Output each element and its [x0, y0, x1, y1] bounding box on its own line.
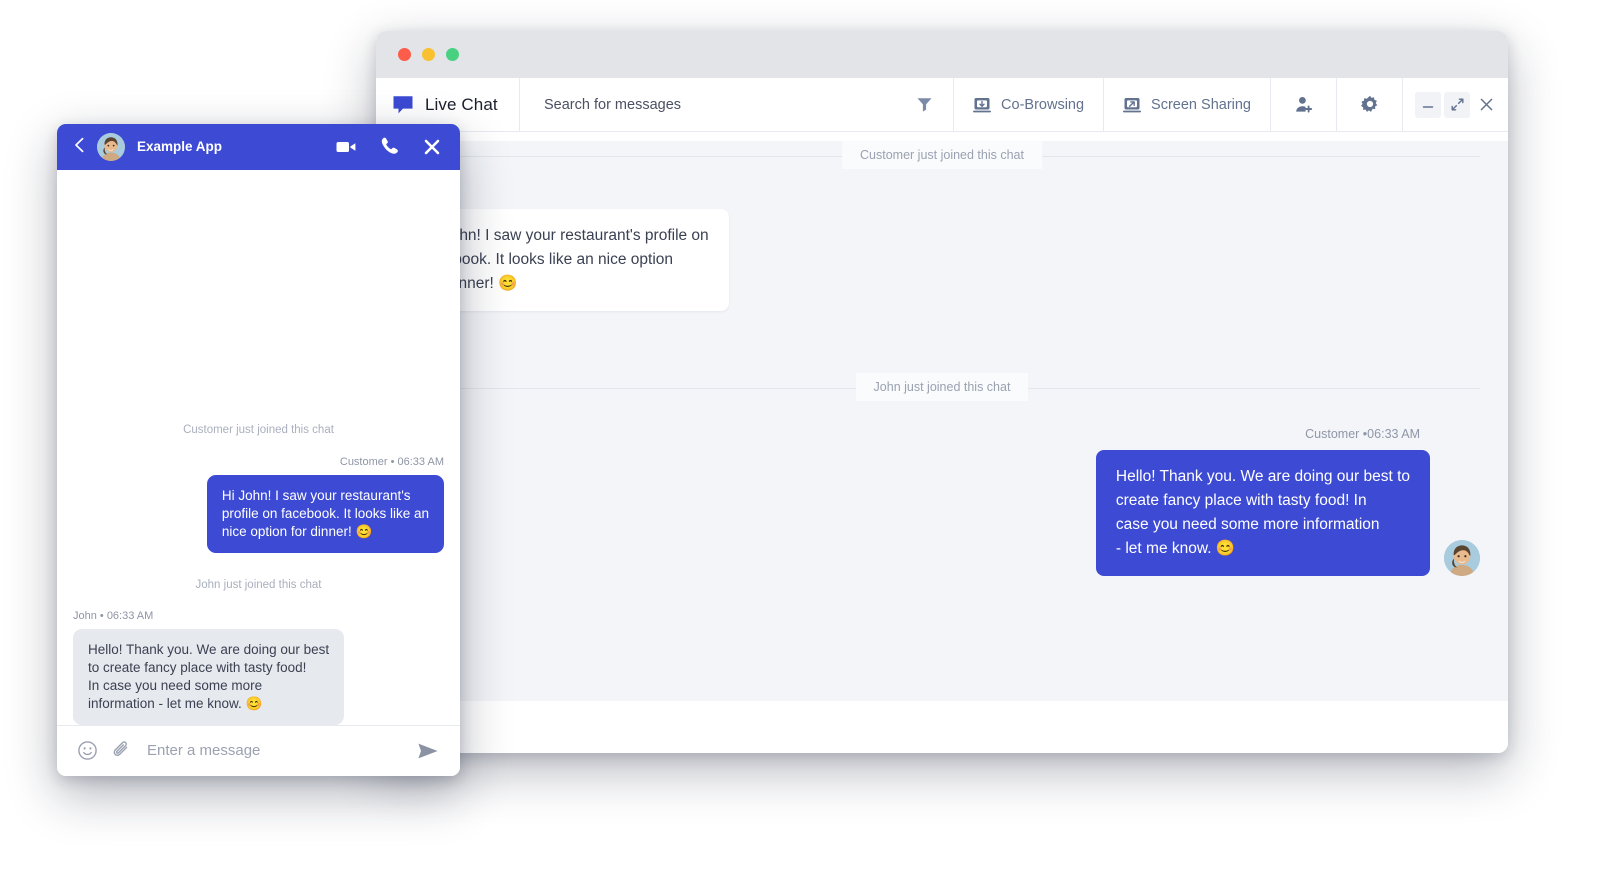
widget-avatar	[97, 132, 125, 161]
screenshot-root: Live Chat Search for messages Co-Browsin…	[0, 0, 1600, 876]
search-area	[520, 78, 955, 131]
agent-message-bubble: Hello! Thank you. We are doing our best …	[73, 628, 345, 725]
send-paper-plane-icon	[416, 739, 440, 763]
brand-label: Live Chat	[425, 94, 498, 114]
message-meta: John • 06:33 AM	[73, 609, 154, 622]
message-input[interactable]	[145, 741, 403, 761]
traffic-light-minimize-icon[interactable]	[422, 48, 435, 61]
traffic-light-zoom-icon[interactable]	[446, 48, 459, 61]
message-row: Hello! Thank you. We are doing our best …	[73, 628, 444, 725]
message-meta-wrap: Customer •06:33 AM	[404, 427, 1480, 441]
settings-button[interactable]	[1337, 78, 1403, 131]
add-user-button[interactable]	[1271, 78, 1337, 131]
speech-bubble-icon	[392, 94, 414, 116]
chat-footer	[376, 701, 1508, 753]
expand-button[interactable]	[1444, 91, 1470, 118]
minimize-button[interactable]	[1415, 91, 1441, 118]
close-x-icon	[422, 137, 442, 157]
video-camera-icon	[335, 136, 357, 158]
system-event-label: Customer just joined this chat	[842, 141, 1042, 169]
app-toolbar: Live Chat Search for messages Co-Browsin…	[376, 78, 1508, 132]
send-button[interactable]	[416, 739, 440, 763]
minimize-icon	[1421, 98, 1435, 112]
emoji-smiley-icon[interactable]	[77, 740, 98, 761]
desktop-app-window: Live Chat Search for messages Co-Browsin…	[376, 31, 1508, 753]
system-event-divider: Customer just joined this chat	[404, 141, 1480, 171]
back-chevron-icon[interactable]	[71, 135, 95, 158]
co-browsing-label: Co-Browsing	[1001, 96, 1085, 113]
message-block: Customer • 06:33 AM Hi John! I saw your …	[73, 456, 444, 553]
widget-header: Example App	[57, 124, 460, 170]
screen-sharing-button[interactable]: Screen Sharing	[1104, 78, 1271, 131]
co-browsing-button[interactable]: Co-Browsing	[954, 78, 1105, 131]
system-event-label: John just joined this chat	[195, 578, 322, 591]
phone-call-button[interactable]	[379, 136, 400, 157]
phone-icon	[379, 136, 400, 157]
widget-composer	[57, 724, 460, 776]
customer-message-bubble: Hi John! I saw your restaurant's profile…	[206, 474, 444, 553]
search-input[interactable]	[542, 95, 867, 114]
screen-sharing-icon	[1123, 96, 1142, 114]
window-controls	[1403, 78, 1508, 131]
message-row: Hello! Thank you. We are doing our best …	[404, 450, 1480, 576]
gear-icon	[1360, 95, 1380, 115]
mobile-chat-widget: Example App Customer just joined this ch…	[57, 124, 460, 776]
message-meta: Customer • 06:33 AM	[339, 455, 444, 468]
close-button[interactable]	[1473, 92, 1499, 118]
widget-transcript: Customer just joined this chat Customer …	[57, 169, 460, 725]
system-event-label: John just joined this chat	[855, 373, 1029, 401]
window-titlebar	[376, 31, 1508, 78]
message-meta: Customer •06:33 AM	[1305, 427, 1420, 441]
message-block: John • 06:33 AM Hello! Thank you. We are…	[73, 610, 444, 725]
system-event-label: Customer just joined this chat	[183, 423, 334, 436]
message-row: Hi John! I saw your restaurant's profile…	[73, 474, 444, 553]
paperclip-icon[interactable]	[111, 740, 132, 761]
filter-funnel-icon[interactable]	[916, 96, 933, 113]
video-call-button[interactable]	[335, 136, 357, 158]
co-browsing-icon	[973, 96, 992, 114]
message-row: Hi John! I saw your restaurant's profile…	[404, 209, 1480, 311]
add-user-icon	[1294, 95, 1314, 115]
traffic-light-close-icon[interactable]	[398, 48, 411, 61]
screen-sharing-label: Screen Sharing	[1151, 96, 1251, 113]
transcript-spacer	[73, 170, 444, 416]
customer-message-bubble: Hello! Thank you. We are doing our best …	[1095, 450, 1430, 576]
agent-avatar	[1444, 540, 1480, 576]
widget-close-button[interactable]	[422, 137, 442, 157]
system-event-divider: John just joined this chat	[404, 373, 1480, 403]
close-x-icon	[1478, 96, 1495, 113]
chat-transcript: Customer just joined this chat Hi John! …	[376, 141, 1508, 701]
expand-arrows-icon	[1450, 97, 1465, 112]
widget-title: Example App	[137, 139, 223, 155]
